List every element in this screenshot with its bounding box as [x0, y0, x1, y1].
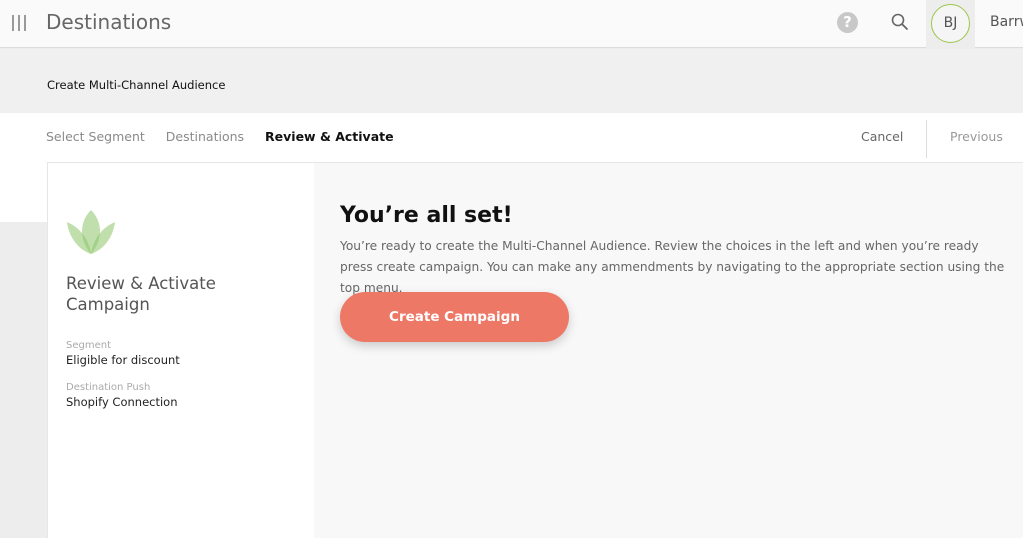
wizard-steps: Select Segment Destinations Review & Act…: [46, 129, 415, 144]
destination-value: Shopify Connection: [66, 395, 178, 409]
step-review-activate[interactable]: Review & Activate: [265, 129, 394, 144]
avatar-container: BJ: [926, 0, 975, 48]
avatar[interactable]: BJ: [931, 4, 970, 43]
create-campaign-button[interactable]: Create Campaign: [340, 292, 569, 342]
summary-title: Review & Activate Campaign: [66, 274, 216, 314]
user-name[interactable]: Barrw: [990, 14, 1023, 30]
confirmation-panel: You’re all set! You’re ready to create t…: [340, 203, 1010, 342]
menu-icon[interactable]: [12, 15, 26, 31]
page-title: Create Multi-Channel Audience: [47, 78, 226, 92]
search-icon[interactable]: [890, 12, 910, 32]
cancel-button[interactable]: Cancel: [861, 129, 903, 144]
summary-panel: Review & Activate Campaign Segment Eligi…: [48, 163, 314, 538]
segment-label: Segment: [66, 340, 111, 351]
help-icon[interactable]: ?: [837, 12, 858, 33]
headline: You’re all set!: [340, 203, 513, 228]
destination-label: Destination Push: [66, 382, 151, 393]
segment-value: Eligible for discount: [66, 353, 180, 367]
nav-divider: [926, 120, 927, 158]
step-destinations[interactable]: Destinations: [166, 129, 244, 144]
app-title: Destinations: [46, 10, 172, 34]
top-bar: Destinations ? BJ Barrw: [0, 0, 1023, 48]
previous-button[interactable]: Previous: [950, 129, 1003, 144]
page-header: Create Multi-Channel Audience: [0, 49, 1023, 113]
leaf-logo-icon: [67, 210, 115, 254]
step-select-segment[interactable]: Select Segment: [46, 129, 145, 144]
review-card: Review & Activate Campaign Segment Eligi…: [47, 162, 1023, 538]
description: You’re ready to create the Multi-Channel…: [340, 239, 1005, 295]
